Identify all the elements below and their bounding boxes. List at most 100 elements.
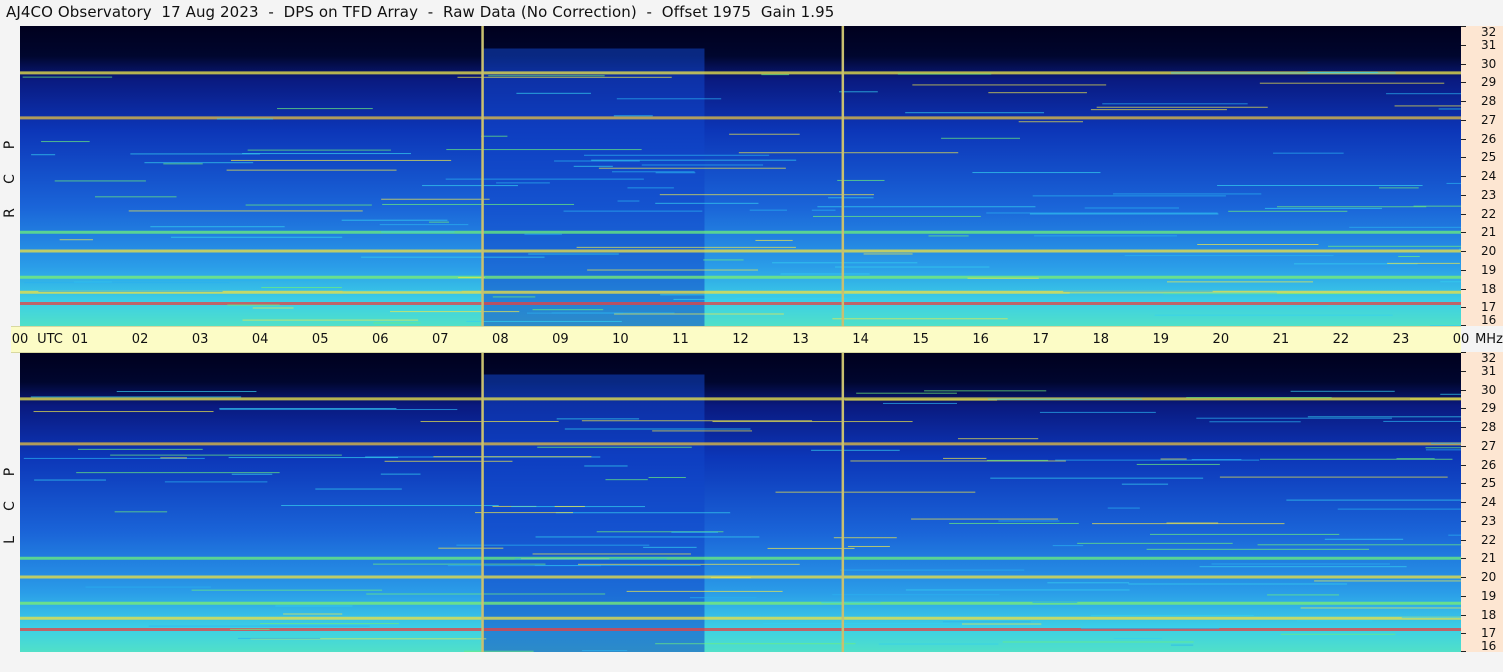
rcp-speckle (38, 290, 223, 292)
rcp-speckle (986, 212, 1218, 214)
lcp-speckle (1440, 393, 1461, 395)
lcp-speckle (1410, 398, 1461, 400)
utc-tick-label: 18 (1092, 332, 1110, 347)
lcp-freq-tick (1461, 502, 1466, 503)
rcp-freq-label: 25 (1481, 150, 1497, 165)
lcp-speckle (987, 398, 1142, 400)
rcp-speckle (563, 210, 703, 212)
lcp-speckle (1219, 476, 1448, 478)
rcp-speckle (216, 118, 274, 120)
utc-tick-label: 12 (732, 332, 749, 347)
lcp-speckle (1080, 628, 1220, 630)
rcp-speckle (863, 253, 913, 255)
lcp-freq-label: 22 (1481, 532, 1497, 547)
lcp-speckle (626, 590, 783, 592)
lcp-speckle (1290, 390, 1395, 392)
lcp-speckle (380, 473, 421, 475)
lcp-speckle (219, 407, 397, 409)
lcp-quiet-region (482, 374, 705, 652)
lcp-speckle (942, 621, 1031, 623)
rcp-speckle (1102, 103, 1248, 105)
lcp-freq-tick (1461, 614, 1466, 616)
rcp-freq-tick (1461, 101, 1466, 102)
lcp-speckle (85, 586, 212, 588)
lcp-freq-label: 23 (1481, 513, 1497, 528)
utc-tick-label: 03 (191, 332, 209, 347)
rcp-speckle (1217, 185, 1423, 187)
rcp-speckle (1084, 207, 1180, 209)
rcp-speckle (673, 298, 860, 300)
lcp-speckle (33, 411, 214, 413)
lcp-speckle (1113, 637, 1162, 639)
rcp-speckle (1277, 206, 1427, 208)
rcp-speckle (1386, 93, 1461, 95)
lcp-speckle (1170, 644, 1194, 646)
lcp-speckle (1092, 523, 1285, 525)
rcp-quiet-region (482, 48, 705, 326)
rcp-speckle (1307, 71, 1378, 73)
rcp-speckle (811, 209, 836, 211)
rcp-speckle (655, 202, 759, 204)
lcp-speckle (537, 446, 692, 448)
utc-tick-label: 10 (612, 332, 629, 347)
lcp-speckle (671, 531, 719, 533)
rcp-speckle (242, 319, 419, 321)
rcp-speckle (1069, 292, 1277, 294)
lcp-freq-tick (1461, 558, 1466, 560)
rcp-speckle (342, 290, 462, 292)
rcp-speckle (59, 239, 93, 241)
rcp-speckle (361, 256, 545, 258)
lcp-speckle (1002, 641, 1194, 643)
rcp-speckle (92, 279, 319, 281)
lcp-speckle (1086, 625, 1261, 627)
lcp-freq-tick (1461, 520, 1466, 522)
lcp-speckle (1396, 458, 1435, 460)
utc-tick-label: 07 (432, 332, 449, 347)
rcp-freq-label: 21 (1481, 225, 1497, 240)
lcp-marker-line-1 (841, 352, 845, 652)
lcp-speckle (1160, 458, 1187, 460)
lcp-speckle (856, 392, 957, 394)
rcp-freq-tick (1461, 307, 1466, 309)
rcp-speckle (614, 313, 784, 315)
lcp-speckle (564, 428, 751, 430)
rcp-freq-tick (1461, 251, 1466, 252)
rcp-speckle (466, 320, 622, 322)
rcp-speckle (526, 312, 624, 314)
rcp-speckle (1273, 152, 1344, 154)
utc-tick-label: 16 (972, 332, 989, 347)
lcp-speckle (260, 623, 399, 625)
lcp-freq-tick (1461, 408, 1466, 410)
lcp-freq-label: 21 (1481, 551, 1497, 566)
rcp-speckle (617, 200, 640, 202)
lcp-speckle (366, 593, 606, 595)
lcp-speckle (1146, 548, 1370, 550)
rcp-freq-tick (1461, 26, 1466, 27)
lcp-speckle (1090, 614, 1254, 616)
rcp-speckle (1446, 182, 1461, 184)
utc-tick-label: 22 (1332, 332, 1350, 347)
rcp-speckle (144, 162, 254, 164)
lcp-speckle (420, 421, 559, 423)
utc-tick-label: 01 (71, 332, 89, 347)
rcp-band-21 (20, 230, 1461, 234)
rcp-speckle (928, 235, 969, 237)
rcp-speckle (492, 296, 536, 298)
rcp-speckle (1440, 281, 1461, 283)
lcp-speckle (1448, 534, 1461, 536)
lcp-spectrogram-svg (20, 352, 1461, 652)
lcp-marker-line-0 (481, 352, 484, 652)
rcp-speckle (967, 277, 1039, 279)
lcp-speckle (433, 456, 592, 458)
rcp-speckle (897, 73, 992, 75)
lcp-speckle (219, 409, 458, 411)
lcp-speckle (1267, 594, 1340, 596)
lcp-speckle (1121, 483, 1169, 485)
rcp-speckle (749, 209, 787, 211)
lcp-speckle (1307, 416, 1461, 418)
rcp-speckle (94, 196, 177, 198)
rcp-speckle (1090, 109, 1227, 111)
lcp-speckle (1107, 507, 1140, 509)
rcp-freq-label: 22 (1481, 206, 1497, 221)
rcp-speckle (591, 159, 797, 161)
